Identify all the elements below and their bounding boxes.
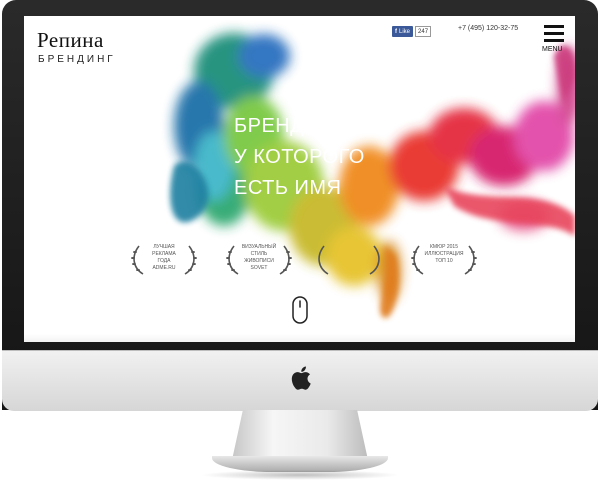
award-4-line-1: КМЮР 2015	[430, 244, 458, 250]
apple-logo-icon	[291, 366, 311, 390]
screen-bottom-edge	[24, 334, 575, 342]
awards-row: ЛУЧШАЯ РЕКЛАМА ГОДА ADME.RU ВИЗУАЛЬНЫЙ С…	[129, 240, 489, 280]
award-1-line-2: ГОДА	[157, 258, 171, 264]
hero-headline: БРЕНДИНГ, У КОТОРОГО ЕСТЬ ИМЯ	[234, 111, 434, 204]
brand-tagline: БРЕНДИНГ	[38, 54, 116, 65]
award-1-line-3: ADME.RU	[152, 265, 176, 271]
menu-icon	[542, 25, 568, 42]
award-1: ЛУЧШАЯ РЕКЛАМА ГОДА ADME.RU	[129, 240, 199, 280]
award-1-line-1: ЛУЧШАЯ РЕКЛАМА	[152, 244, 176, 257]
laurel-icon	[318, 245, 380, 275]
scroll-mouse-icon[interactable]	[292, 296, 308, 324]
award-4-line-2: ИЛЛЮСТРАЦИЯ	[424, 251, 464, 257]
website-screen: Репина БРЕНДИНГ f Like 247 +7 (495) 120-…	[24, 16, 575, 342]
award-2-line-1: ВИЗУАЛЬНЫЙ СТИЛЬ	[241, 244, 277, 257]
monitor-stand-neck	[232, 410, 368, 460]
facebook-like-widget[interactable]: f Like 247	[392, 26, 432, 37]
award-4-line-3: ТОП 10	[435, 258, 453, 264]
headline-line-3: ЕСТЬ ИМЯ	[234, 177, 342, 199]
headline-line-1: БРЕНДИНГ,	[234, 115, 350, 137]
award-2: ВИЗУАЛЬНЫЙ СТИЛЬ ЖИВОПИСИ SOVET	[224, 240, 294, 280]
monitor-shadow	[200, 470, 400, 480]
award-4: КМЮР 2015 ИЛЛЮСТРАЦИЯ ТОП 10	[409, 240, 479, 280]
facebook-like-label: Like	[399, 28, 411, 35]
facebook-like-button[interactable]: f Like	[392, 26, 414, 37]
phone-number[interactable]: +7 (495) 120-32-75	[458, 25, 518, 32]
menu-label: MENU	[542, 46, 563, 53]
award-2-line-2: ЖИВОПИСИ	[244, 258, 274, 264]
award-2-line-3: SOVET	[250, 265, 268, 271]
menu-button[interactable]: MENU	[542, 25, 568, 61]
facebook-like-count: 247	[415, 26, 432, 37]
facebook-icon: f	[395, 28, 397, 35]
award-3	[314, 240, 384, 280]
headline-line-2: У КОТОРОГО	[234, 146, 365, 168]
brand-logo[interactable]: Репина	[37, 28, 104, 53]
